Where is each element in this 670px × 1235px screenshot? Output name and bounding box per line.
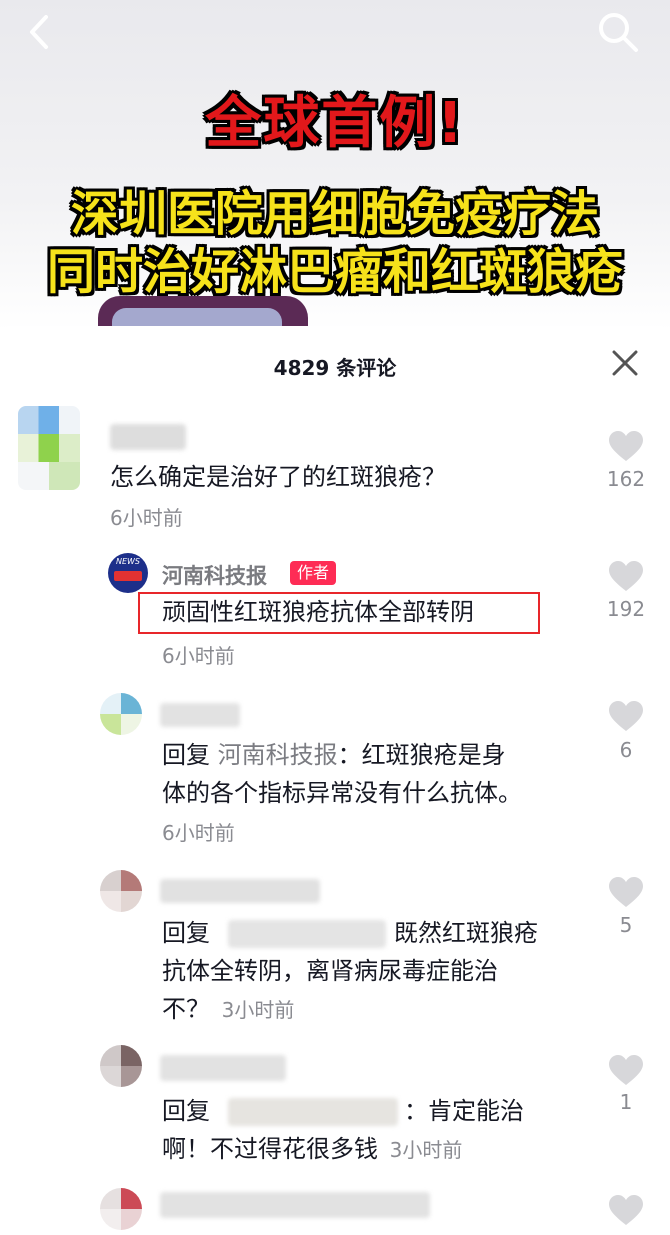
heart-icon[interactable]: [608, 700, 644, 732]
close-icon: [612, 350, 638, 376]
avatar[interactable]: [100, 1188, 142, 1230]
comments-count-title: 4829 条评论: [273, 356, 397, 380]
video-headline-3: 同时治好淋巴瘤和红斑狼疮: [46, 244, 623, 300]
comment-text: ：肯定能治: [404, 1097, 524, 1125]
like-count: 192: [606, 597, 646, 621]
video-headline-1: 全球首例!: [205, 91, 465, 156]
highlight-box: [138, 592, 540, 634]
avatar-logo-text: NEWS: [115, 557, 141, 566]
username-redacted[interactable]: [110, 424, 186, 450]
comment-text: ：红斑狼疮是身: [337, 741, 506, 769]
heart-icon[interactable]: [608, 430, 644, 462]
like-count: 5: [619, 913, 633, 937]
avatar[interactable]: [100, 693, 142, 735]
comment-text-line2: 啊！不过得花很多钱 3小时前: [162, 1131, 462, 1169]
search-button[interactable]: [596, 10, 640, 54]
comment-text-line1: 回复: [162, 915, 210, 952]
avatar[interactable]: [18, 406, 80, 490]
comment-text: 既然红斑狼疮: [394, 919, 538, 947]
video-graphic: [98, 296, 308, 330]
close-button[interactable]: [608, 346, 642, 380]
author-badge: 作者: [290, 561, 337, 585]
username-redacted[interactable]: [160, 1192, 430, 1218]
heart-icon[interactable]: [608, 560, 644, 592]
comment-text: 啊！不过得花很多钱: [162, 1135, 378, 1163]
reply-label: 回复: [162, 919, 210, 947]
reply-to-redacted[interactable]: [228, 1098, 398, 1126]
comment-time: 6小时前: [162, 644, 235, 668]
reply-label: 回复: [162, 741, 210, 769]
video-background: 全球首例! 深圳医院用细胞免疫疗法 同时治好淋巴瘤和红斑狼疮: [0, 0, 670, 330]
comment-text-line1: 回复: [162, 1093, 210, 1130]
search-icon: [599, 13, 638, 52]
reply-to-redacted[interactable]: [228, 920, 386, 948]
comment-text-line3: 不？ 3小时前: [162, 991, 294, 1029]
comment-time: 6小时前: [162, 821, 235, 845]
username-redacted[interactable]: [160, 879, 320, 903]
heart-icon[interactable]: [608, 1054, 644, 1086]
username-redacted[interactable]: [160, 1055, 286, 1081]
like-count: 6: [619, 738, 633, 762]
username-redacted[interactable]: [160, 703, 240, 727]
author-avatar[interactable]: NEWS: [108, 553, 148, 593]
comment-text: 怎么确定是治好了的红斑狼疮？: [110, 463, 446, 491]
comment-text-line1: 回复 河南科技报：红斑狼疮是身: [162, 737, 506, 774]
avatar[interactable]: [100, 1045, 142, 1087]
like-count: 1: [619, 1090, 633, 1114]
avatar-red-stripe: [114, 571, 142, 581]
reply-to-user[interactable]: 河南科技报: [218, 741, 338, 769]
reply-label: 回复: [162, 1097, 210, 1125]
comment-text-line2: 抗体全转阴，离肾病尿毒症能治: [162, 957, 498, 985]
author-name[interactable]: 河南科技报: [162, 560, 267, 590]
comment-time: 6小时前: [110, 506, 183, 530]
avatar[interactable]: [100, 870, 142, 912]
like-count: 162: [606, 467, 646, 491]
comment-time: 3小时前: [221, 998, 295, 1022]
heart-icon[interactable]: [608, 876, 644, 908]
chevron-left-icon: [30, 15, 48, 49]
comment-time: 3小时前: [389, 1138, 463, 1162]
back-button[interactable]: [22, 14, 58, 50]
comment-text-line2: 体的各个指标异常没有什么抗体。: [162, 779, 522, 807]
heart-icon[interactable]: [608, 1194, 644, 1226]
comment-text: 不？: [162, 995, 210, 1023]
